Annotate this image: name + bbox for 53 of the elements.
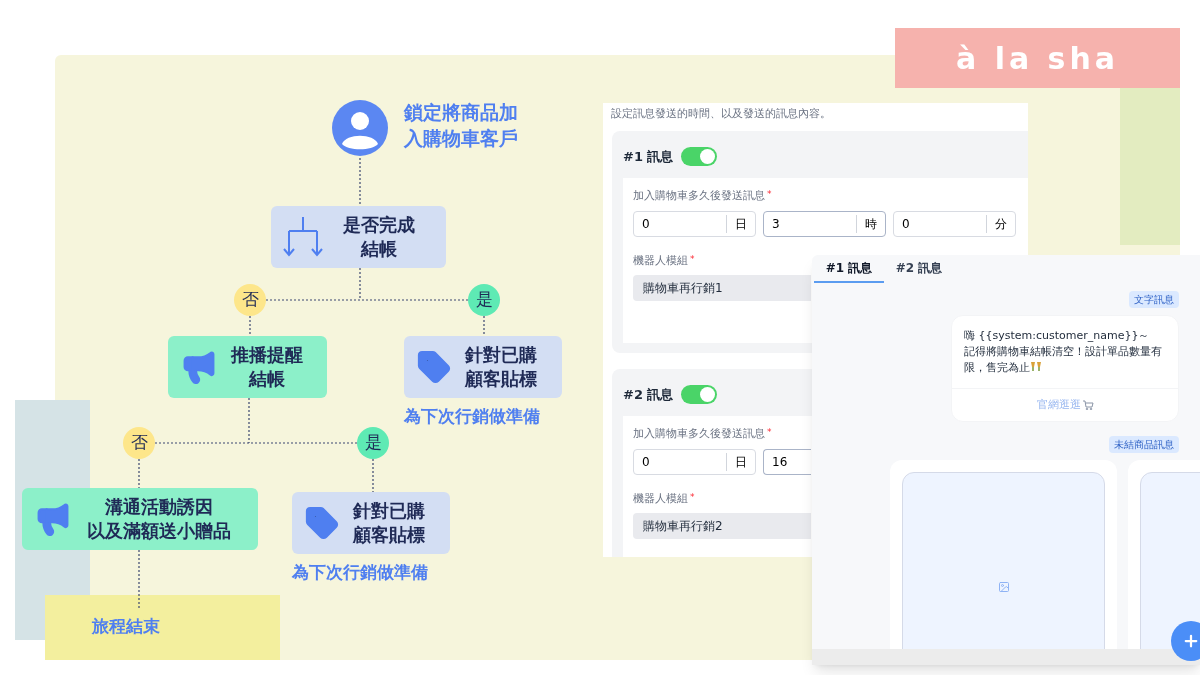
field-label: 機器人模組 <box>633 252 688 269</box>
logo-text: à la sha <box>955 39 1120 78</box>
node-label: 溝通活動誘因 以及滿額送小贈品 <box>87 494 231 543</box>
node-label: 推播提醒 結帳 <box>230 342 303 391</box>
panel-description: 設定訊息發送的時間、以及發送的訊息內容。 <box>610 106 832 122</box>
connector-line <box>483 315 485 337</box>
cart-icon <box>1082 400 1094 411</box>
toggle-switch[interactable] <box>681 146 718 166</box>
bubble-text: 嗨 {{system:customer_name}}～ 記得將購物車結帳清空！設計單品數量有限，售完為止 <box>963 328 1163 376</box>
number-field[interactable]: 16 <box>763 448 811 475</box>
image-icon <box>997 581 1010 594</box>
number-field[interactable]: 0 分 <box>893 210 1016 237</box>
number-field[interactable]: 3 時 <box>763 210 886 237</box>
person-icon <box>332 100 388 156</box>
message-title: #2 訊息 <box>623 385 674 404</box>
module-select[interactable]: 購物車再行銷1 <box>633 275 811 301</box>
node-caption: 為下次行銷做準備 <box>404 405 540 428</box>
connector-line <box>249 315 251 337</box>
connector-line <box>138 549 140 611</box>
split-arrow-icon <box>283 215 323 259</box>
tag-icon <box>416 349 452 385</box>
tag-icon <box>304 505 340 541</box>
unit-label: 分 <box>986 214 1007 233</box>
plus-icon <box>1182 632 1200 650</box>
preview-tab[interactable]: #1 訊息 <box>814 255 884 283</box>
number-field[interactable]: 0 日 <box>633 210 756 237</box>
preview-tab[interactable]: #2 訊息 <box>884 255 954 283</box>
node-label: 旅程結束 <box>92 615 160 638</box>
node-label: 鎖定將商品加 入購物車客戶 <box>404 100 518 151</box>
module-select[interactable]: 購物車再行銷2 <box>633 513 811 539</box>
required-mark: * <box>767 426 772 439</box>
node-label: 是否完成 結帳 <box>342 212 415 261</box>
required-mark: * <box>690 490 695 504</box>
required-mark: * <box>767 188 772 201</box>
connector-line <box>372 458 374 493</box>
message-title: #1 訊息 <box>623 147 674 166</box>
message-type-tag: 文字訊息 <box>1129 291 1179 308</box>
connector-line <box>359 157 361 207</box>
field-label: 機器人模組 <box>633 490 688 507</box>
node-caption: 為下次行銷做準備 <box>292 561 428 584</box>
unit-label: 日 <box>726 452 747 471</box>
toggle-switch[interactable] <box>681 384 718 404</box>
field-label: 加入購物車多久後發送訊息 <box>633 426 765 442</box>
node-label: 針對已購 顧客貼標 <box>353 498 425 547</box>
node-label: 針對已購 顧客貼標 <box>465 342 537 391</box>
required-mark: * <box>690 252 695 266</box>
number-field[interactable]: 0 日 <box>633 448 756 475</box>
unit-label: 時 <box>856 214 877 233</box>
message-type-tag: 未結商品訊息 <box>1109 436 1179 454</box>
field-label: 加入購物車多久後發送訊息 <box>633 188 765 204</box>
unit-label: 日 <box>726 214 747 233</box>
cheers-icon <box>1030 360 1042 373</box>
connector-line <box>138 458 140 489</box>
